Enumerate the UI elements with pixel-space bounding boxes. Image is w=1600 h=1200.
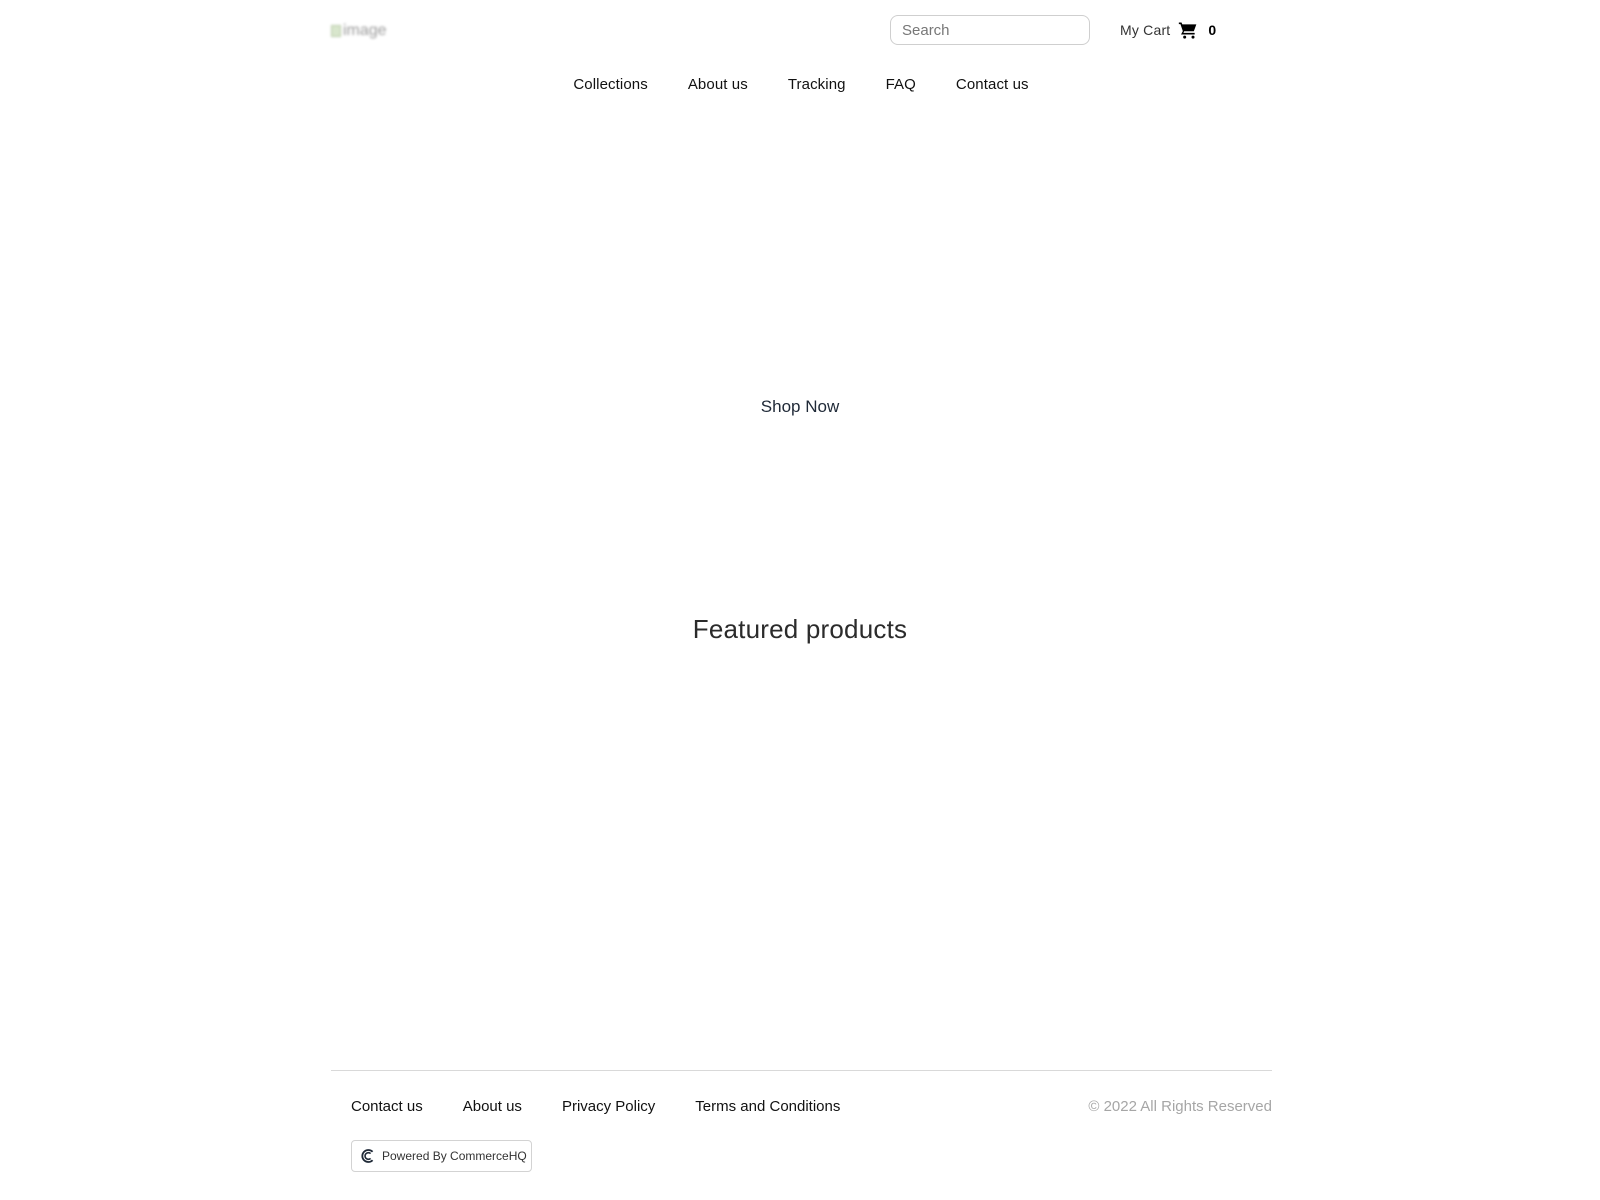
shop-now-button[interactable]: Shop Now: [761, 397, 839, 416]
cart-count: 0: [1208, 22, 1217, 38]
powered-by-label: Powered By CommerceHQ: [382, 1149, 527, 1163]
footer-link-terms[interactable]: Terms and Conditions: [695, 1098, 840, 1115]
nav-contact-us[interactable]: Contact us: [956, 76, 1029, 93]
logo-alt-text: image: [343, 22, 387, 39]
cart-button[interactable]: My Cart 0: [1120, 18, 1216, 42]
powered-by-badge[interactable]: Powered By CommerceHQ: [351, 1140, 532, 1172]
copyright-text: © 2022 All Rights Reserved: [1088, 1098, 1272, 1115]
main-nav: Collections About us Tracking FAQ Contac…: [0, 76, 1600, 93]
footer-divider: [331, 1070, 1272, 1071]
search-input[interactable]: [890, 15, 1090, 45]
footer-link-about-us[interactable]: About us: [463, 1098, 522, 1115]
commercehq-logo-icon: [361, 1149, 374, 1163]
nav-tracking[interactable]: Tracking: [788, 76, 846, 93]
broken-image-icon: [331, 25, 341, 37]
nav-collections[interactable]: Collections: [573, 76, 647, 93]
footer-nav: Contact us About us Privacy Policy Terms…: [351, 1098, 840, 1115]
footer-link-contact-us[interactable]: Contact us: [351, 1098, 423, 1115]
nav-faq[interactable]: FAQ: [886, 76, 916, 93]
footer-link-privacy-policy[interactable]: Privacy Policy: [562, 1098, 655, 1115]
cart-label: My Cart: [1120, 22, 1171, 38]
nav-about-us[interactable]: About us: [688, 76, 748, 93]
hero-section: Shop Now: [0, 397, 1600, 417]
cart-icon: [1179, 22, 1197, 39]
featured-products-heading: Featured products: [692, 614, 908, 644]
store-logo[interactable]: image: [331, 20, 395, 42]
